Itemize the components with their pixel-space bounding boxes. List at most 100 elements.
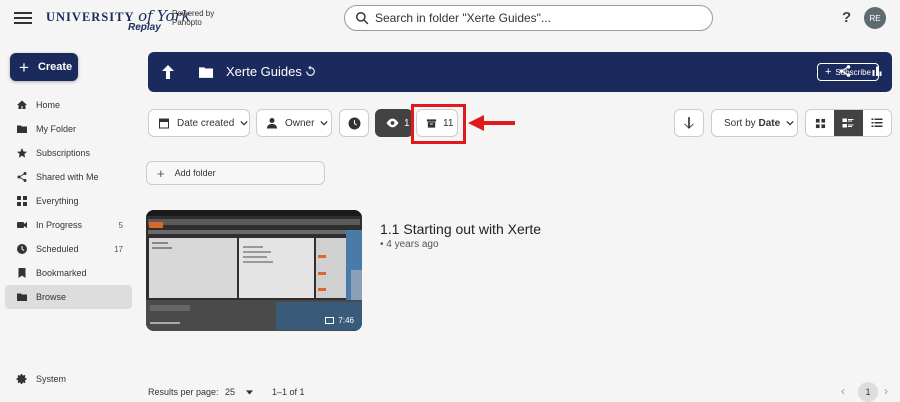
sort-by-dropdown[interactable]: Sort by Date	[711, 109, 798, 137]
search-input[interactable]	[375, 11, 695, 25]
sidebar-item-system[interactable]: System	[5, 367, 132, 391]
duration-filter[interactable]	[339, 109, 369, 137]
chevron-down-icon	[320, 120, 329, 126]
sidebar-item-label: Bookmarked	[36, 268, 87, 278]
top-bar: UNIVERSITY of York Replay Powered by Pan…	[0, 0, 900, 36]
person-icon	[267, 118, 277, 129]
home-icon	[17, 100, 27, 109]
calendar-icon	[159, 118, 169, 129]
sidebar-item-label: My Folder	[36, 124, 77, 134]
next-page-icon[interactable]: ›	[884, 384, 888, 398]
results-per-page-value: 25	[225, 387, 236, 397]
annotation-arrow-icon	[468, 115, 515, 131]
refresh-icon[interactable]	[304, 65, 317, 78]
session-duration: 7:46	[338, 316, 354, 325]
caret-down-icon	[245, 390, 253, 395]
arrow-up-icon[interactable]	[162, 65, 174, 79]
sidebar-item-label: Scheduled	[36, 244, 79, 254]
user-avatar[interactable]: RE	[864, 7, 886, 29]
session-meta: • 4 years ago	[380, 239, 439, 250]
results-range: 1–1 of 1	[272, 387, 305, 397]
powered-by-text: Powered by Panopto	[172, 9, 215, 27]
sidebar-item-label: Browse	[36, 292, 67, 302]
subscribe-label: Subscribe	[835, 67, 871, 77]
add-folder-button[interactable]: + Add folder	[146, 161, 325, 185]
plus-icon: +	[824, 66, 832, 78]
search-icon	[356, 12, 369, 25]
views-filter[interactable]: 1	[375, 109, 413, 137]
gear-icon	[16, 374, 27, 385]
sidebar-item-count: 17	[114, 244, 123, 254]
sidebar-item-label: Shared with Me	[36, 172, 99, 182]
search-bar[interactable]	[344, 5, 713, 31]
clock-icon	[348, 117, 360, 129]
sidebar-item-label: Everything	[36, 196, 79, 206]
bookmark-icon	[18, 268, 26, 278]
sidebar-item-everything[interactable]: Everything	[5, 189, 132, 213]
sidebar-item-count: 5	[118, 220, 123, 230]
hamburger-menu-icon[interactable]	[14, 9, 32, 27]
list-view-button[interactable]	[863, 110, 891, 136]
grid-view-icon	[815, 118, 825, 128]
detail-view-icon	[842, 118, 854, 128]
grid-icon	[17, 196, 27, 206]
results-per-page-select[interactable]: 25	[225, 387, 253, 397]
current-page-button[interactable]: 1	[858, 382, 878, 402]
detail-view-button[interactable]	[834, 110, 863, 136]
owner-label: Owner	[285, 117, 315, 129]
sidebar-item-label: System	[36, 374, 67, 384]
date-created-label: Date created	[177, 117, 235, 129]
sidebar-item-scheduled[interactable]: Scheduled 17	[5, 237, 132, 261]
folder-header: Xerte Guides + Subscribe	[148, 52, 892, 92]
sidebar-system: System	[5, 367, 132, 391]
star-icon	[17, 148, 27, 158]
video-icon	[17, 222, 27, 228]
sidebar-nav: Home My Folder Subscriptions Shared with…	[5, 93, 132, 309]
chevron-down-icon	[786, 120, 794, 126]
date-created-filter[interactable]: Date created	[148, 109, 250, 137]
session-thumbnail[interactable]: 7:46	[146, 210, 362, 331]
footer-pagination: Results per page: 25 1–1 of 1 ‹ 1 ›	[148, 382, 892, 402]
arrow-down-icon	[684, 117, 694, 129]
logo-replay-text: Replay	[128, 22, 161, 33]
annotation-highlight-box	[411, 104, 466, 144]
sidebar-item-bookmarked[interactable]: Bookmarked	[5, 261, 132, 285]
session-title[interactable]: 1.1 Starting out with Xerte	[380, 221, 541, 237]
sidebar-item-browse[interactable]: Browse	[5, 285, 132, 309]
share-icon	[17, 172, 27, 182]
view-mode-toggle	[805, 109, 892, 137]
grid-view-button[interactable]	[806, 110, 834, 136]
sort-by-prefix: Sort by	[724, 117, 756, 129]
session-thumbnail-image	[146, 210, 362, 331]
subscribe-button[interactable]: + Subscribe	[817, 63, 879, 81]
plus-icon: +	[157, 165, 165, 181]
add-folder-label: Add folder	[174, 168, 216, 178]
sidebar-item-in-progress[interactable]: In Progress 5	[5, 213, 132, 237]
sidebar-item-home[interactable]: Home	[5, 93, 132, 117]
folder-title: Xerte Guides	[226, 64, 302, 79]
sidebar-item-my-folder[interactable]: My Folder	[5, 117, 132, 141]
folder-icon	[17, 293, 27, 301]
results-per-page-label: Results per page:	[148, 387, 219, 397]
list-view-icon	[871, 118, 883, 127]
sidebar-item-label: Home	[36, 100, 61, 110]
sidebar-item-shared-with-me[interactable]: Shared with Me	[5, 165, 132, 189]
folder-icon	[199, 67, 213, 78]
sidebar-item-subscriptions[interactable]: Subscriptions	[5, 141, 132, 165]
plus-icon: +	[19, 57, 29, 77]
views-count: 1	[404, 117, 410, 129]
chevron-down-icon	[240, 120, 248, 126]
eye-icon	[386, 118, 399, 128]
folder-icon	[17, 125, 27, 133]
caption-icon	[325, 317, 335, 324]
logo-university-text: UNIVERSITY	[46, 10, 135, 24]
sidebar-item-label: Subscriptions	[36, 148, 91, 158]
create-label: Create	[37, 61, 73, 73]
sort-by-value: Date	[758, 117, 781, 129]
prev-page-icon[interactable]: ‹	[841, 384, 845, 398]
sidebar-item-label: In Progress	[36, 220, 83, 230]
owner-filter[interactable]: Owner	[256, 109, 332, 137]
create-button[interactable]: + Create	[10, 53, 78, 81]
help-icon[interactable]: ?	[842, 9, 851, 26]
sort-direction-button[interactable]	[674, 109, 704, 137]
